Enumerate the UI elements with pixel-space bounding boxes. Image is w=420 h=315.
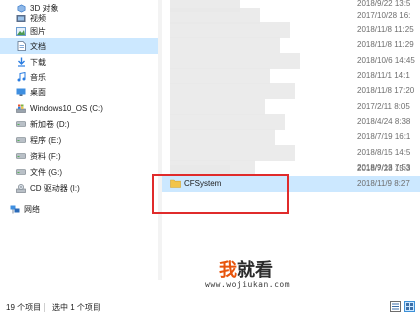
drive-icon bbox=[16, 167, 26, 177]
date-modified: 2018/4/24 8:38 bbox=[357, 117, 411, 126]
watermark-url: www.wojiukan.com bbox=[205, 280, 291, 289]
nav-label: 程序 (E:) bbox=[30, 135, 62, 145]
large-icons-view-button[interactable] bbox=[404, 301, 415, 312]
blurred-filename bbox=[170, 37, 280, 53]
annotation-highlight-box bbox=[152, 174, 289, 214]
selection-count: 选中 1 个项目 bbox=[52, 303, 101, 312]
nav-label: CD 驱动器 (I:) bbox=[30, 183, 80, 193]
nav-label: 桌面 bbox=[30, 87, 46, 97]
date-modified: 2018/11/1 14:1 bbox=[357, 71, 410, 80]
nav-label: 网络 bbox=[24, 204, 40, 214]
date-modified: 2018/10/6 14:45 bbox=[357, 56, 415, 65]
blurred-filename bbox=[170, 145, 295, 161]
blurred-filename bbox=[170, 83, 295, 99]
nav-label: 下载 bbox=[30, 57, 46, 67]
watermark-logo: 我就看 bbox=[219, 256, 273, 282]
document-icon bbox=[16, 41, 26, 51]
file-row[interactable]: 2018/11/8 11:29 bbox=[162, 37, 420, 53]
date-modified: 2018/11/9 8:27 bbox=[357, 179, 410, 188]
status-separator bbox=[44, 303, 45, 312]
nav-item-drive-g[interactable]: 文件 (G:) bbox=[0, 164, 158, 180]
os-drive-icon bbox=[16, 103, 26, 113]
status-separator bbox=[98, 303, 99, 312]
date-modified: 2018/11/8 11:29 bbox=[357, 40, 414, 49]
drive-icon bbox=[16, 135, 26, 145]
date-modified: 2018/11/8 11:25 bbox=[357, 25, 414, 34]
nav-item-drive-c[interactable]: Windows10_OS (C:) bbox=[0, 100, 158, 116]
file-row[interactable]: 2018/8/15 14:5 bbox=[162, 145, 420, 161]
nav-item-drive-f[interactable]: 资料 (F:) bbox=[0, 148, 158, 164]
file-row[interactable]: 2017/2/11 8:05 bbox=[162, 99, 420, 115]
nav-label: 图片 bbox=[30, 26, 46, 36]
blurred-filename bbox=[170, 22, 290, 38]
watermark-logo-text: 就看 bbox=[237, 260, 273, 280]
file-row[interactable]: 2018/11/8 17:20 bbox=[162, 83, 420, 99]
nav-item-cd-drive[interactable]: CD 驱动器 (I:) bbox=[0, 180, 158, 196]
blurred-filename bbox=[170, 114, 285, 130]
nav-item-music[interactable]: 音乐 bbox=[0, 69, 158, 85]
details-view-button[interactable] bbox=[390, 301, 401, 312]
item-count: 19 个项目 bbox=[6, 303, 42, 312]
watermark: 我就看 www.wojiukan.com bbox=[205, 256, 315, 296]
status-bar: 19 个项目 选中 1 个项目 bbox=[0, 298, 420, 315]
video-icon bbox=[16, 13, 26, 23]
date-modified: 2018/7/19 16:1 bbox=[357, 132, 411, 141]
watermark-logo-accent: 我 bbox=[219, 260, 237, 280]
nav-label: 资料 (F:) bbox=[30, 151, 61, 161]
nav-label: 文件 (G:) bbox=[30, 167, 62, 177]
nav-item-downloads[interactable]: 下载 bbox=[0, 54, 158, 70]
file-list: 2018/9/22 13:5 2017/10/28 16: 2018/11/8 … bbox=[162, 0, 420, 280]
nav-label: 音乐 bbox=[30, 72, 46, 82]
drive-icon bbox=[16, 151, 26, 161]
date-modified: 2018/8/15 14:5 bbox=[357, 148, 411, 157]
picture-icon bbox=[16, 26, 26, 36]
date-modified: 2018/7/28 15:3 bbox=[357, 165, 411, 173]
nav-item-desktop[interactable]: 桌面 bbox=[0, 84, 158, 100]
music-icon bbox=[16, 72, 26, 82]
file-row[interactable]: 2018/4/24 8:38 bbox=[162, 114, 420, 130]
date-modified: 2017/2/11 8:05 bbox=[357, 102, 410, 111]
navigation-pane: 3D 对象 视频 图片 文档 下载 音乐 桌面 Windows10_OS (C:… bbox=[0, 0, 158, 280]
desktop-icon bbox=[16, 87, 26, 97]
nav-item-drive-d[interactable]: 新加卷 (D:) bbox=[0, 116, 158, 132]
date-modified: 2018/9/22 13:5 bbox=[357, 0, 411, 8]
blurred-filename bbox=[170, 99, 265, 115]
cd-drive-icon bbox=[16, 183, 26, 193]
nav-label: 视频 bbox=[30, 13, 46, 23]
date-modified: 2017/10/28 16: bbox=[357, 11, 411, 20]
nav-label: 新加卷 (D:) bbox=[30, 119, 70, 129]
date-modified: 2018/11/8 17:20 bbox=[357, 86, 415, 95]
download-icon bbox=[16, 57, 26, 67]
nav-label: 文档 bbox=[30, 41, 46, 51]
nav-item-pictures[interactable]: 图片 bbox=[0, 23, 158, 39]
blurred-filename bbox=[170, 53, 300, 69]
file-row[interactable]: 2018/11/8 11:25 bbox=[162, 22, 420, 38]
drive-icon bbox=[16, 119, 26, 129]
nav-item-network[interactable]: 网络 bbox=[0, 201, 158, 217]
file-row[interactable]: 2018/11/1 14:1 bbox=[162, 68, 420, 84]
blurred-filename bbox=[170, 68, 270, 84]
nav-item-drive-e[interactable]: 程序 (E:) bbox=[0, 132, 158, 148]
network-icon bbox=[10, 204, 20, 214]
blurred-filename bbox=[170, 129, 275, 145]
file-row[interactable]: 2018/10/6 14:45 bbox=[162, 53, 420, 69]
nav-label: Windows10_OS (C:) bbox=[30, 103, 103, 113]
nav-item-documents[interactable]: 文档 bbox=[0, 38, 158, 54]
file-row[interactable]: 2018/7/19 16:1 bbox=[162, 129, 420, 145]
